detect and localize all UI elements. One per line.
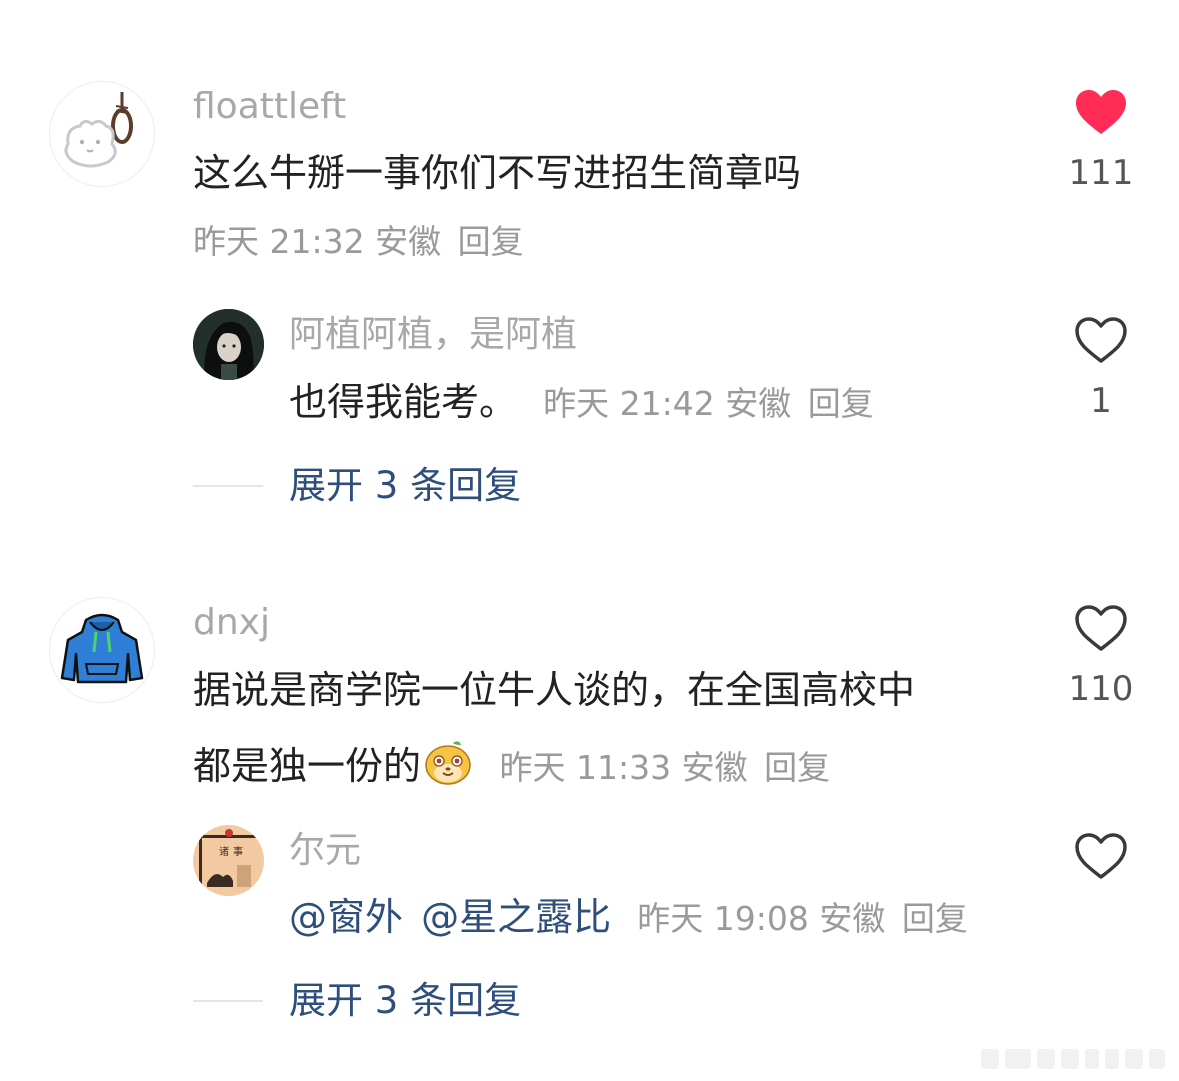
avatar[interactable] [193,309,264,380]
like-button[interactable]: 1 [1061,316,1141,418]
comment-text[interactable]: 据说是商学院一位牛人谈的，在全国高校中 [193,671,915,709]
comment-text[interactable]: 这么牛掰一事你们不写进招生简章吗 [193,154,801,192]
expand-divider [193,485,263,487]
reply-username[interactable]: 阿植阿植，是阿植 [289,317,577,353]
reply-username[interactable]: 尔元 [289,833,361,869]
smirk-face-emoji-icon [423,737,473,793]
reply-text[interactable]: 也得我能考。 [289,380,517,424]
expand-divider [193,1000,263,1002]
comment-location: 安徽 [681,748,748,787]
reply-meta: 昨天 21:42 安徽 回复 [543,384,874,423]
like-button[interactable]: 111 [1061,88,1141,190]
reply-button[interactable]: 回复 [902,899,968,938]
reply-text-row: 也得我能考。 昨天 21:42 安徽 回复 [289,383,874,421]
watermark-logo-icon [979,1045,1169,1073]
like-button[interactable] [1061,832,1141,880]
like-count: 1 [1090,381,1112,421]
reply-location: 安徽 [819,899,886,938]
like-count: 110 [1068,669,1134,709]
svg-text:诸: 诸 [219,846,229,858]
noose-cat-icon [50,82,154,186]
heart-outline-icon [1075,317,1127,363]
reply-button[interactable]: 回复 [764,748,830,787]
comment-location: 安徽 [375,222,442,261]
heart-outline-icon [1075,605,1127,651]
mention-link[interactable]: @窗外 [289,895,403,939]
reply-meta: 昨天 19:08 安徽 回复 [637,899,968,938]
blue-hoodie-icon [50,598,154,702]
reply-time: 昨天 19:08 [637,899,809,938]
comment-meta: 昨天 21:32 安徽 回复 [193,225,524,258]
dark-hair-girl-icon [193,309,264,380]
heart-filled-icon [1076,90,1126,134]
comment-meta: 昨天 11:33 安徽 回复 [489,748,831,787]
expand-replies-button[interactable]: 展开 3 条回复 [289,982,521,1019]
reply-button[interactable]: 回复 [808,384,874,423]
heart-outline-icon [1075,833,1127,879]
comment-username[interactable]: dnxj [193,605,270,641]
expand-replies-button[interactable]: 展开 3 条回复 [289,467,521,504]
comment-text-line2: 都是独一份的 昨天 11:33 安徽 回复 [193,737,830,793]
avatar[interactable]: 诸 事 [193,825,264,896]
mention-link[interactable]: @星之露比 [421,895,611,939]
reply-location: 安徽 [725,384,792,423]
avatar[interactable] [49,597,155,703]
reply-time: 昨天 21:42 [543,384,715,423]
comment-text[interactable]: 都是独一份的 [193,744,421,788]
reply-button[interactable]: 回复 [458,222,524,261]
avatar[interactable] [49,81,155,187]
comment-username[interactable]: floattleft [193,89,346,125]
like-button[interactable]: 110 [1061,604,1141,706]
comment-time: 昨天 21:32 [193,222,365,261]
ink-painting-icon: 诸 事 [193,825,264,896]
reply-text-row: @窗外 @星之露比 昨天 19:08 安徽 回复 [289,898,968,936]
svg-text:事: 事 [233,845,243,858]
comment-time: 昨天 11:33 [499,748,672,787]
like-count: 111 [1068,153,1134,193]
